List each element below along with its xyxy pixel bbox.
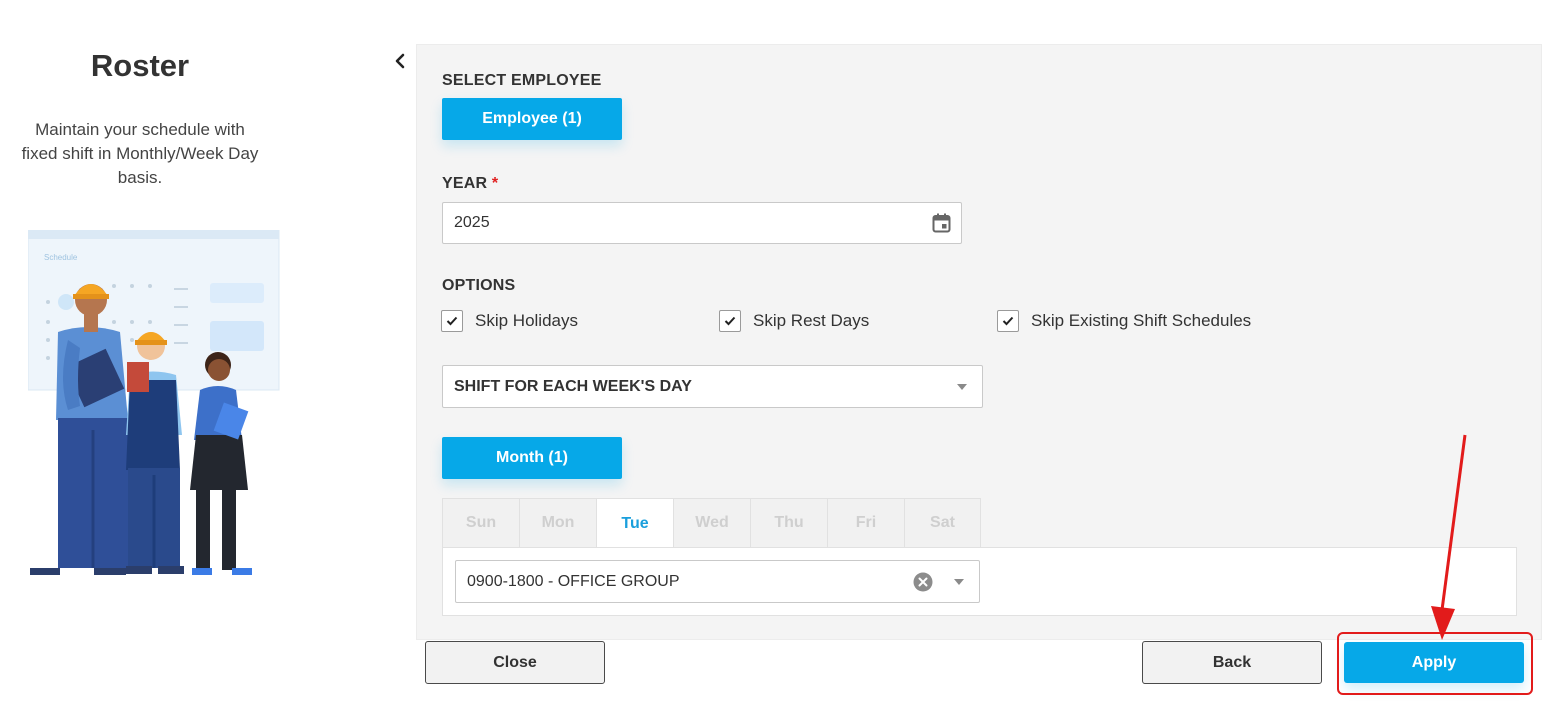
left-panel: Roster Maintain your schedule with fixed… (0, 0, 280, 721)
chevron-left-icon (395, 53, 405, 69)
tab-sat[interactable]: Sat (904, 498, 981, 548)
option-skip-holidays[interactable]: Skip Holidays (441, 310, 578, 332)
calendar-icon[interactable] (932, 213, 951, 233)
year-label: YEAR * (442, 175, 498, 193)
shift-value: 0900-1800 - OFFICE GROUP (467, 572, 680, 590)
check-icon (1002, 316, 1014, 326)
tab-tue[interactable]: Tue (596, 498, 673, 549)
shift-mode-value: SHIFT FOR EACH WEEK'S DAY (454, 377, 692, 395)
year-value: 2025 (454, 214, 490, 231)
tab-thu[interactable]: Thu (750, 498, 827, 548)
caret-down-icon (954, 579, 964, 585)
weekday-tab-panel: 0900-1800 - OFFICE GROUP (442, 547, 1517, 616)
tab-sun[interactable]: Sun (442, 498, 519, 548)
close-button[interactable]: Close (425, 641, 605, 684)
skip-holidays-label: Skip Holidays (475, 311, 578, 330)
skip-existing-shift-schedules-checkbox[interactable] (997, 310, 1019, 332)
option-skip-rest-days[interactable]: Skip Rest Days (719, 310, 869, 332)
employee-button[interactable]: Employee (1) (442, 98, 622, 140)
shift-mode-select[interactable]: SHIFT FOR EACH WEEK'S DAY (442, 365, 983, 408)
skip-rest-days-label: Skip Rest Days (753, 311, 870, 330)
option-skip-existing-shift-schedules[interactable]: Skip Existing Shift Schedules (997, 310, 1251, 332)
select-employee-label: SELECT EMPLOYEE (442, 72, 602, 89)
year-input[interactable]: 2025 (442, 202, 962, 244)
workers-illustration: Schedule (28, 230, 280, 575)
year-label-text: YEAR (442, 175, 488, 192)
check-icon (724, 316, 736, 326)
skip-existing-shift-schedules-label: Skip Existing Shift Schedules (1031, 311, 1252, 330)
options-label: OPTIONS (442, 277, 516, 294)
clear-circle-icon[interactable] (913, 572, 933, 592)
tab-wed[interactable]: Wed (673, 498, 750, 548)
illustration-caption: Schedule (44, 253, 78, 262)
check-icon (446, 316, 458, 326)
page-description: Maintain your schedule with fixed shift … (21, 120, 259, 187)
skip-holidays-checkbox[interactable] (441, 310, 463, 332)
roster-form-panel: SELECT EMPLOYEE Employee (1) YEAR * 2025… (416, 44, 1542, 640)
weekday-tabs: Sun Mon Tue Wed Thu Fri Sat (442, 498, 981, 549)
collapse-sidebar-button[interactable] (387, 48, 413, 74)
skip-rest-days-checkbox[interactable] (719, 310, 741, 332)
page-title: Roster (90, 48, 190, 83)
required-mark: * (491, 175, 499, 192)
tab-mon[interactable]: Mon (519, 498, 596, 548)
back-button[interactable]: Back (1142, 641, 1322, 684)
tab-fri[interactable]: Fri (827, 498, 904, 548)
month-button[interactable]: Month (1) (442, 437, 622, 479)
caret-down-icon (957, 384, 967, 390)
apply-highlight-box (1337, 632, 1533, 695)
shift-select[interactable]: 0900-1800 - OFFICE GROUP (455, 560, 980, 603)
